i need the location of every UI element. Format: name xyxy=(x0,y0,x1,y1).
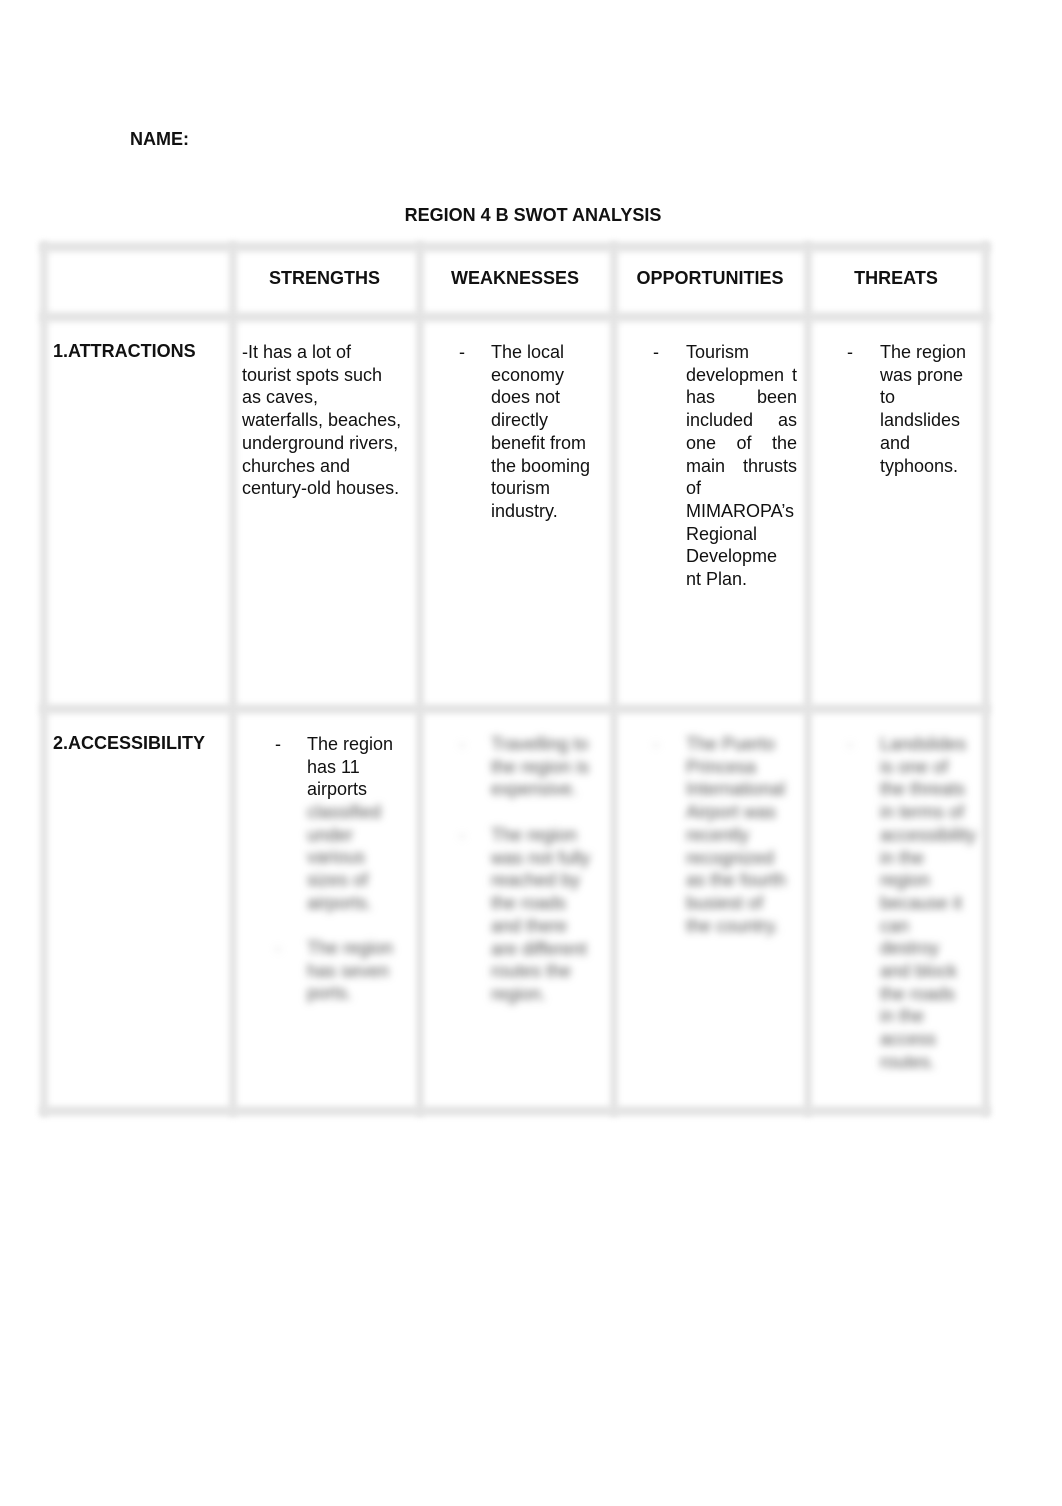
table-border xyxy=(610,242,618,1116)
accessibility-weaknesses-blurred: The region was not fully reached by the … xyxy=(491,825,591,1004)
attractions-opportunities: Tourism developmen t has been included a… xyxy=(686,342,797,590)
attractions-strengths: -It has a lot of tourist spots such as c… xyxy=(242,342,402,499)
table-border xyxy=(40,242,48,1116)
row-label-accessibility: 2.ACCESSIBILITY xyxy=(53,733,206,753)
accessibility-threats-blurred: Landslides is one of the threats in term… xyxy=(880,734,977,1072)
bullet-dash: - xyxy=(459,734,465,754)
bullet-dash: - xyxy=(459,342,465,362)
table-border xyxy=(982,242,990,1116)
bullet-dash: - xyxy=(653,342,659,362)
accessibility-strengths-blurred: classified under various sizes of airpor… xyxy=(307,802,382,913)
attractions-threats: The region was prone to landslides and t… xyxy=(880,342,967,476)
accessibility-strengths: The region has 11 airports xyxy=(307,734,394,800)
swot-table: STRENGTHS WEAKNESSES OPPORTUNITIES THREA… xyxy=(40,242,990,1116)
document-title: REGION 4 B SWOT ANALYSIS xyxy=(404,205,662,225)
accessibility-strengths-blurred: The region has seven ports. xyxy=(307,938,394,1004)
bullet-dash: - xyxy=(653,734,659,754)
accessibility-opportunities-blurred: The Puerto Princesa International Airpor… xyxy=(686,734,787,936)
header-strengths: STRENGTHS xyxy=(268,268,380,288)
table-border xyxy=(40,704,990,714)
table-border xyxy=(40,312,990,322)
header-threats: THREATS xyxy=(854,268,938,288)
table-border xyxy=(40,1106,990,1116)
accessibility-weaknesses-blurred: Travelling to the region is expensive. xyxy=(491,734,590,800)
attractions-weaknesses: The local economy does not directly bene… xyxy=(491,342,591,521)
bullet-dash: - xyxy=(847,342,853,362)
bullet-dash: - xyxy=(275,938,281,958)
row-label-attractions: 1.ATTRACTIONS xyxy=(53,341,196,361)
table-border xyxy=(229,242,237,1116)
header-opportunities: OPPORTUNITIES xyxy=(636,268,784,288)
table-border xyxy=(804,242,812,1116)
table-border xyxy=(416,242,424,1116)
table-border xyxy=(40,242,990,252)
bullet-dash: - xyxy=(275,734,281,754)
bullet-dash: - xyxy=(847,734,853,754)
bullet-dash: - xyxy=(459,825,465,845)
header-weaknesses: WEAKNESSES xyxy=(450,268,580,288)
name-label: NAME: xyxy=(130,129,189,149)
